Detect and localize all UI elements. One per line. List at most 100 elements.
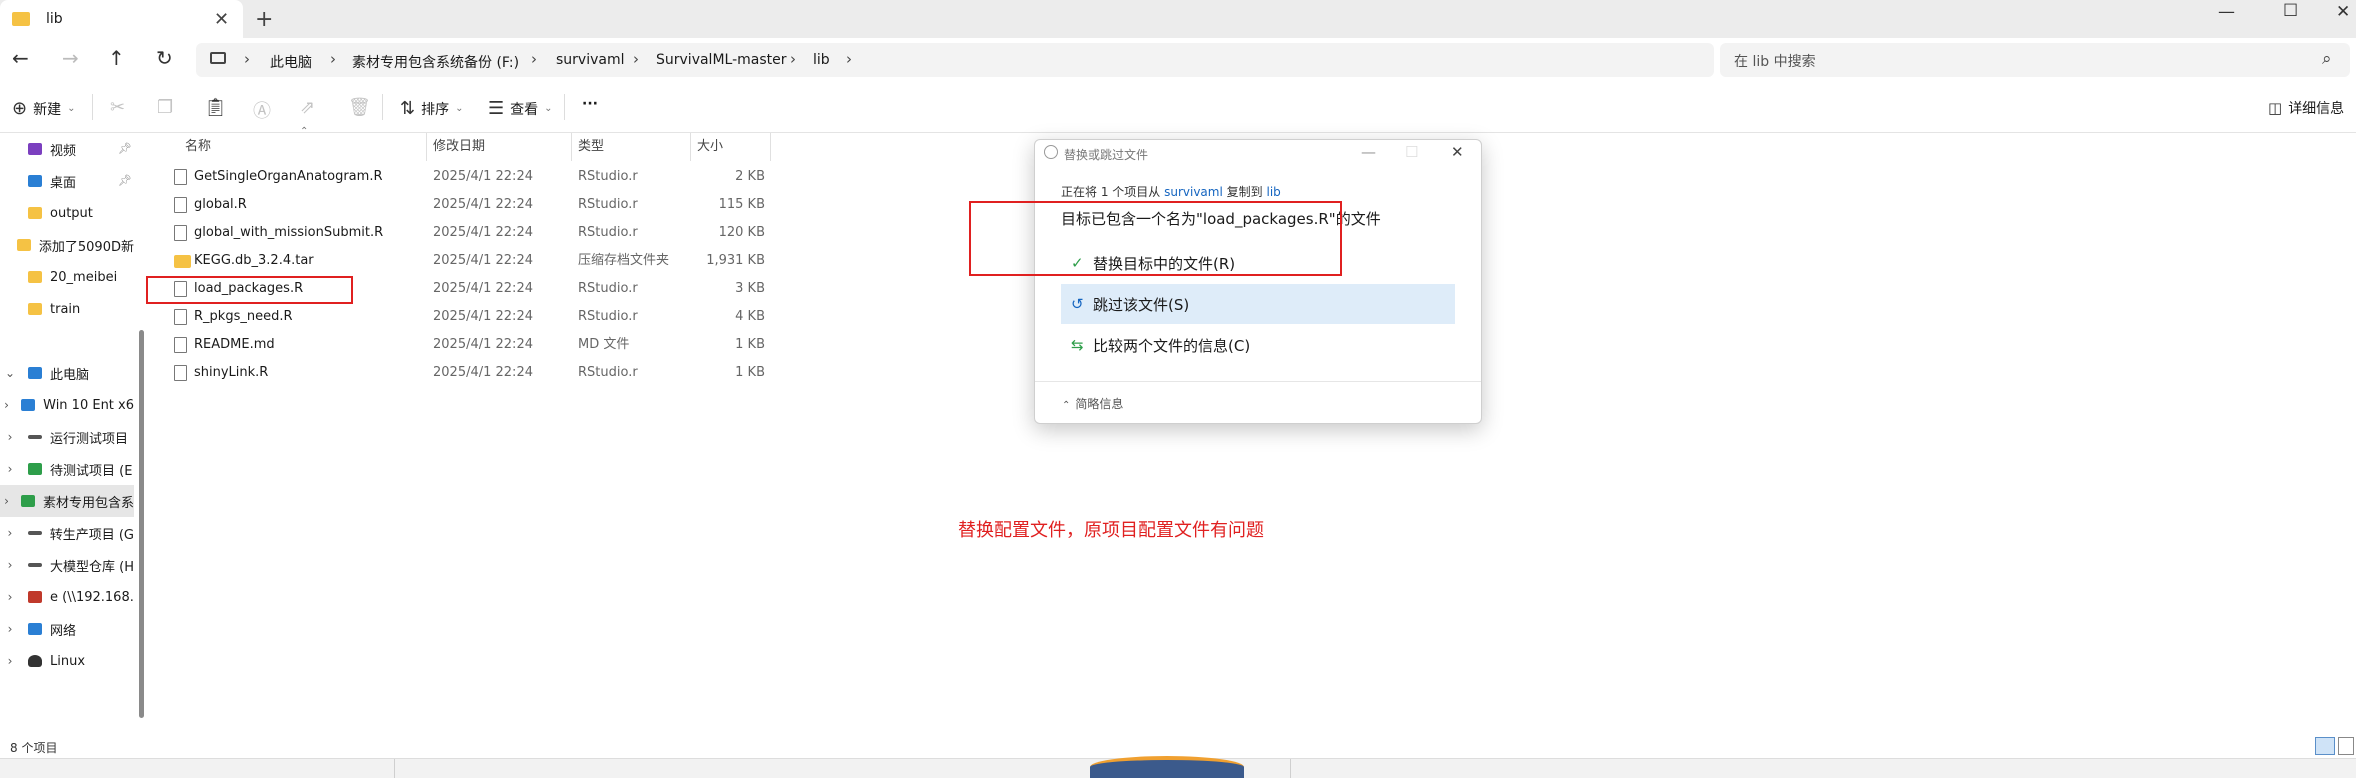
tab-close-icon[interactable]: ✕: [214, 9, 229, 30]
forward-arrow-icon[interactable]: →: [62, 46, 79, 70]
search-icon[interactable]: ⌕: [2322, 49, 2332, 69]
chevron-right-icon[interactable]: ›: [0, 430, 20, 444]
chevron-right-icon[interactable]: ›: [0, 558, 20, 572]
up-arrow-icon[interactable]: ↑: [108, 46, 125, 70]
copy-description: 正在将 1 个项目从 survivaml 复制到 lib: [1061, 183, 1281, 200]
paste-button[interactable]: 📋︎: [204, 97, 227, 118]
breadcrumb-survivaml[interactable]: survivaml: [556, 52, 625, 68]
maximize-button[interactable]: ☐: [2283, 1, 2298, 21]
file-row[interactable]: README.md 2025/4/1 22:24 MD 文件 1 KB: [170, 331, 772, 359]
close-window-button[interactable]: ✕: [2336, 2, 2350, 22]
source-folder-link[interactable]: survivaml: [1164, 185, 1223, 199]
minimize-button[interactable]: —: [2218, 2, 2235, 22]
file-row[interactable]: GetSingleOrganAnatogram.R 2025/4/1 22:24…: [170, 163, 772, 191]
sidebar-item-5090d[interactable]: 添加了5090D新: [0, 229, 134, 261]
chevron-right-icon[interactable]: ›: [0, 526, 20, 540]
breadcrumb-drive-f[interactable]: 素材专用包含系统备份 (F:): [352, 52, 519, 72]
sidebar-item-network-drive[interactable]: › e (\\192.168.: [0, 581, 134, 613]
sidebar-item-label: 桌面: [50, 175, 77, 191]
details-pane-icon: ◫: [2268, 99, 2283, 117]
sidebar-item-this-pc[interactable]: ⌄ 此电脑: [0, 357, 134, 389]
breadcrumb-this-pc[interactable]: 此电脑: [270, 52, 312, 72]
destination-folder-link[interactable]: lib: [1266, 185, 1280, 199]
file-name: GetSingleOrganAnatogram.R: [194, 169, 383, 184]
chevron-right-icon[interactable]: ›: [330, 50, 336, 68]
column-header-type[interactable]: 类型: [578, 135, 604, 154]
cut-icon[interactable]: ✂: [110, 97, 125, 118]
column-divider[interactable]: [571, 133, 572, 161]
sidebar-item-drive-e[interactable]: › 待测试项目 (E: [0, 453, 134, 485]
breadcrumb-lib[interactable]: lib: [813, 52, 830, 68]
chevron-right-icon[interactable]: ›: [0, 494, 13, 508]
skip-file-option[interactable]: ↺ 跳过该文件(S): [1061, 284, 1455, 324]
breadcrumb-survivalml-master[interactable]: SurvivalML-master: [656, 52, 787, 68]
chevron-right-icon[interactable]: ›: [0, 462, 20, 476]
column-header-date[interactable]: 修改日期: [433, 135, 485, 154]
column-divider[interactable]: [426, 133, 427, 161]
back-arrow-icon[interactable]: ←: [12, 46, 29, 70]
chevron-right-icon[interactable]: ›: [0, 622, 20, 636]
chevron-right-icon[interactable]: ›: [531, 50, 537, 68]
fewer-details-toggle[interactable]: ⌃ 简略信息: [1062, 395, 1123, 412]
delete-icon[interactable]: 🗑︎: [348, 97, 371, 118]
sidebar-item-train[interactable]: train: [0, 293, 134, 325]
tiles-view-icon[interactable]: [2338, 737, 2354, 755]
sidebar-item-drive-d[interactable]: › 运行测试项目: [0, 421, 134, 453]
dialog-close-button[interactable]: ✕: [1451, 143, 1464, 161]
new-tab-button[interactable]: +: [255, 7, 273, 32]
file-row[interactable]: KEGG.db_3.2.4.tar 2025/4/1 22:24 压缩存档文件夹…: [170, 247, 772, 275]
sidebar-item-drive-g[interactable]: › 转生产项目 (G: [0, 517, 134, 549]
sidebar-item-drive-f[interactable]: › 素材专用包含系: [0, 485, 134, 517]
file-date: 2025/4/1 22:24: [433, 253, 533, 268]
share-icon[interactable]: ⇗: [300, 97, 315, 118]
sidebar-item-label: 运行测试项目: [50, 431, 129, 447]
chevron-right-icon[interactable]: ›: [0, 590, 20, 604]
sidebar-item-linux[interactable]: › Linux: [0, 645, 134, 677]
file-row[interactable]: global.R 2025/4/1 22:24 RStudio.r 115 KB: [170, 191, 772, 219]
sort-button[interactable]: ⇅ 排序 ⌄: [400, 98, 463, 119]
chevron-right-icon[interactable]: ›: [0, 398, 13, 412]
column-divider[interactable]: [770, 133, 771, 161]
search-placeholder[interactable]: 在 lib 中搜索: [1734, 51, 1816, 71]
view-icon: ☰: [488, 98, 505, 119]
sidebar-item-drive-h[interactable]: › 大模型仓库 (H: [0, 549, 134, 581]
file-row[interactable]: global_with_missionSubmit.R 2025/4/1 22:…: [170, 219, 772, 247]
sidebar-scrollbar[interactable]: [139, 330, 144, 718]
more-button[interactable]: ···: [582, 96, 598, 112]
dialog-minimize-button[interactable]: —: [1361, 143, 1376, 161]
chevron-right-icon[interactable]: ›: [790, 50, 796, 68]
file-row[interactable]: R_pkgs_need.R 2025/4/1 22:24 RStudio.r 4…: [170, 303, 772, 331]
sidebar-item-videos[interactable]: 视频: [0, 133, 134, 165]
chevron-down-icon[interactable]: ⌄: [0, 366, 20, 380]
details-view-icon[interactable]: [2315, 737, 2335, 755]
file-icon: [174, 225, 187, 241]
tab-lib[interactable]: lib ✕: [0, 0, 243, 38]
file-type: RStudio.r: [578, 197, 638, 212]
view-button[interactable]: ☰ 查看 ⌄: [488, 98, 553, 119]
sort-label: 排序: [421, 101, 450, 118]
sidebar-item-output[interactable]: output: [0, 197, 134, 229]
refresh-icon[interactable]: ↻: [156, 46, 173, 70]
chevron-right-icon[interactable]: ›: [0, 654, 20, 668]
rename-icon[interactable]: Ⓐ: [253, 97, 271, 123]
sidebar-item-label: Linux: [50, 653, 86, 669]
column-header-name[interactable]: 名称: [185, 135, 211, 154]
chevron-right-icon[interactable]: ›: [846, 50, 852, 68]
copy-icon[interactable]: ❐: [157, 97, 173, 118]
column-header-size[interactable]: 大小: [697, 135, 723, 154]
file-icon: [174, 365, 187, 381]
sidebar-item-20-meibei[interactable]: 20_meibei: [0, 261, 134, 293]
compare-files-option[interactable]: ⇆ 比较两个文件的信息(C): [1061, 325, 1455, 365]
sidebar-item-network[interactable]: › 网络: [0, 613, 134, 645]
sidebar-item-desktop[interactable]: 桌面: [0, 165, 134, 197]
file-size: 4 KB: [735, 309, 765, 324]
chevron-right-icon[interactable]: ›: [633, 50, 639, 68]
new-button[interactable]: ⊕ 新建 ⌄: [12, 98, 75, 119]
chevron-right-icon[interactable]: ›: [244, 50, 250, 68]
sidebar-item-drive-c[interactable]: › Win 10 Ent x6: [0, 389, 134, 421]
file-row[interactable]: shinyLink.R 2025/4/1 22:24 RStudio.r 1 K…: [170, 359, 772, 387]
details-button[interactable]: ◫ 详细信息: [2268, 98, 2344, 118]
column-divider[interactable]: [690, 133, 691, 161]
pin-icon: 📌︎: [118, 142, 132, 155]
file-size: 120 KB: [718, 225, 765, 240]
